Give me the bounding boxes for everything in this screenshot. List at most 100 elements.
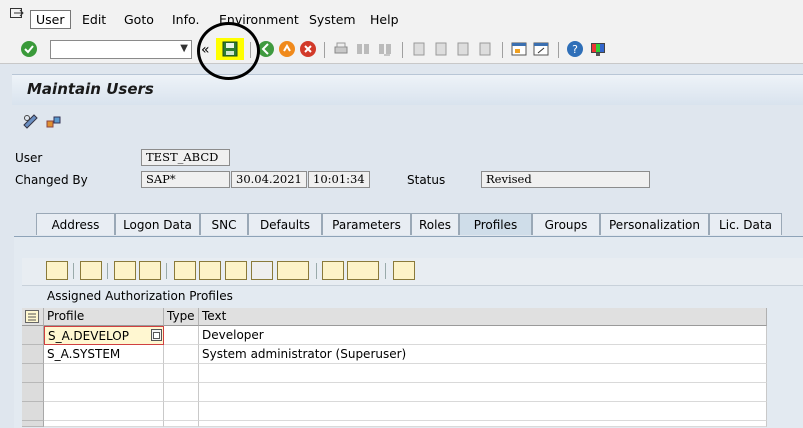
details-icon[interactable] <box>46 261 68 280</box>
tab-lic-data[interactable]: Lic. Data <box>709 213 782 235</box>
display-change-icon[interactable] <box>22 113 40 129</box>
column-header-text[interactable]: Text <box>199 308 767 326</box>
menu-bar: User Edit Goto Info. Environment System … <box>0 0 803 38</box>
changed-by-field: SAP* <box>141 171 230 188</box>
find-next-icon[interactable] <box>376 40 394 58</box>
tab-snc[interactable]: SNC <box>200 213 248 235</box>
menu-system[interactable]: System <box>309 12 356 27</box>
customize-layout-icon[interactable] <box>589 40 607 58</box>
command-field[interactable]: ▼ <box>50 40 192 59</box>
menu-user[interactable]: User <box>30 10 71 29</box>
profile-cell[interactable]: S_A.DEVELOP <box>44 326 164 345</box>
tab-parameters[interactable]: Parameters <box>322 213 411 235</box>
paste-icon[interactable] <box>139 261 161 280</box>
print-icon[interactable] <box>332 40 350 58</box>
page-title: Maintain Users <box>27 80 154 98</box>
filter-icon[interactable] <box>277 261 309 280</box>
menu-help[interactable]: Help <box>370 12 399 27</box>
tab-roles[interactable]: Roles <box>411 213 459 235</box>
delete-row-icon[interactable] <box>393 261 415 280</box>
empty-cell <box>199 364 767 383</box>
tab-logon-data[interactable]: Logon Data <box>115 213 200 235</box>
dropdown-arrow-icon[interactable]: ▼ <box>180 43 188 54</box>
grid-title: Assigned Authorization Profiles <box>47 289 233 303</box>
standard-toolbar: ▼ « ? <box>0 37 803 64</box>
tab-profiles[interactable]: Profiles <box>459 213 532 235</box>
new-session-icon[interactable] <box>510 40 528 58</box>
title-bar: Maintain Users <box>12 74 803 105</box>
tab-label: Groups <box>544 218 588 232</box>
sort-descending-icon[interactable] <box>199 261 221 280</box>
value-help-icon[interactable] <box>151 329 162 341</box>
tab-personalization[interactable]: Personalization <box>600 213 709 235</box>
tab-label: Parameters <box>332 218 401 232</box>
empty-cell[interactable] <box>164 383 199 402</box>
type-cell[interactable] <box>164 345 199 364</box>
tab-label: Lic. Data <box>719 218 772 232</box>
sort-ascending-icon[interactable] <box>174 261 196 280</box>
first-page-icon[interactable] <box>410 40 428 58</box>
select-all-icon[interactable] <box>22 308 44 326</box>
empty-cell[interactable] <box>44 402 164 421</box>
tab-groups[interactable]: Groups <box>532 213 600 235</box>
find-icon[interactable] <box>354 40 372 58</box>
empty-cell[interactable] <box>164 402 199 421</box>
status-label: Status <box>407 173 446 187</box>
print-icon[interactable] <box>322 261 344 280</box>
empty-cell <box>199 402 767 421</box>
exit-icon[interactable] <box>278 40 296 58</box>
user-field[interactable]: TEST_ABCD <box>141 149 230 166</box>
annotation-circle <box>197 22 260 80</box>
row-selector[interactable] <box>22 421 44 427</box>
find-icon[interactable] <box>225 261 247 280</box>
text-cell: System administrator (Superuser) <box>199 345 767 364</box>
column-header-type[interactable]: Type <box>164 308 199 326</box>
text-cell: Developer <box>199 326 767 345</box>
changed-time-field: 10:01:34 <box>308 171 370 188</box>
tab-address[interactable]: Address <box>36 213 115 235</box>
type-cell[interactable] <box>164 326 199 345</box>
changed-date-field: 30.04.2021 <box>231 171 307 188</box>
menu-edit[interactable]: Edit <box>82 12 106 27</box>
row-selector[interactable] <box>22 345 44 364</box>
copy-icon[interactable] <box>114 261 136 280</box>
column-header-profile[interactable]: Profile <box>44 308 164 326</box>
empty-cell <box>199 421 767 427</box>
profile-cell[interactable]: S_A.SYSTEM <box>44 345 164 364</box>
tab-label: Profiles <box>473 218 518 232</box>
tab-label: Logon Data <box>123 218 192 232</box>
shortcut-icon[interactable] <box>532 40 550 58</box>
tab-label: SNC <box>211 218 237 232</box>
next-page-icon[interactable] <box>454 40 472 58</box>
previous-page-icon[interactable] <box>432 40 450 58</box>
row-selector[interactable] <box>22 402 44 421</box>
tab-defaults[interactable]: Defaults <box>248 213 322 235</box>
row-selector[interactable] <box>22 326 44 345</box>
status-field: Revised <box>481 171 650 188</box>
empty-cell[interactable] <box>44 421 164 427</box>
layout-icon[interactable] <box>347 261 379 280</box>
empty-cell[interactable] <box>44 383 164 402</box>
tab-label: Roles <box>418 218 452 232</box>
empty-cell[interactable] <box>44 364 164 383</box>
row-selector[interactable] <box>22 364 44 383</box>
find-next-icon[interactable] <box>251 261 273 280</box>
user-label: User <box>15 151 43 165</box>
changed-by-label: Changed By <box>15 173 88 187</box>
svg-text:?: ? <box>572 43 578 56</box>
enter-checkmark-icon[interactable] <box>20 40 38 58</box>
last-page-icon[interactable] <box>476 40 494 58</box>
other-user-icon[interactable] <box>45 113 63 129</box>
tab-label: Defaults <box>259 218 311 232</box>
menu-exit-icon[interactable] <box>10 8 24 20</box>
menu-info[interactable]: Info. <box>172 12 199 27</box>
empty-cell[interactable] <box>164 364 199 383</box>
tab-label: Personalization <box>609 218 700 232</box>
empty-cell[interactable] <box>164 421 199 427</box>
row-selector[interactable] <box>22 383 44 402</box>
refresh-icon[interactable] <box>80 261 102 280</box>
menu-goto[interactable]: Goto <box>124 12 154 27</box>
cancel-icon[interactable] <box>299 40 317 58</box>
empty-cell <box>199 383 767 402</box>
help-icon[interactable]: ? <box>566 40 584 58</box>
